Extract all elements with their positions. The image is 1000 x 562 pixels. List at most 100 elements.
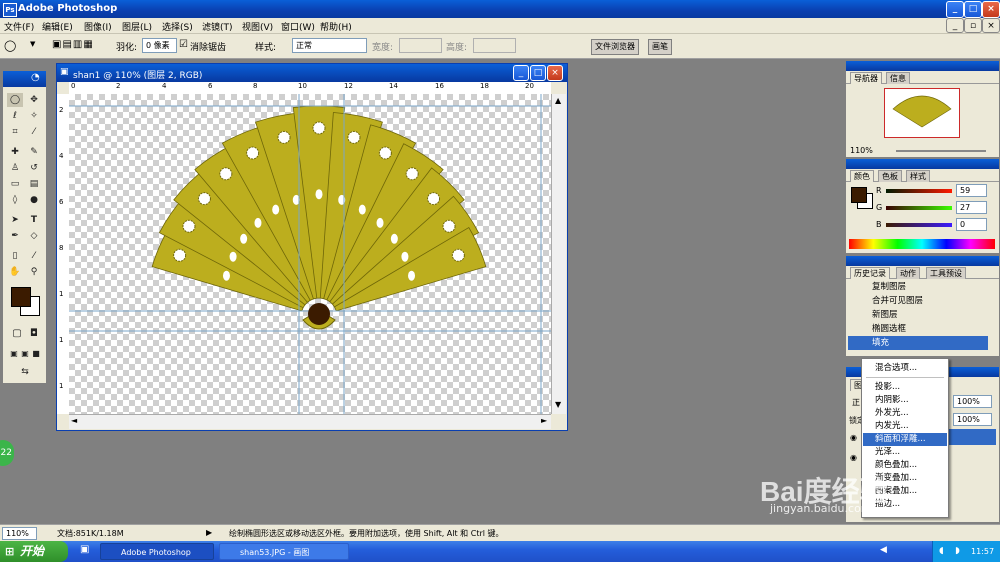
scroll-right-arrow-icon[interactable]: ►: [541, 416, 547, 425]
menu-window[interactable]: 窗口(W): [281, 20, 315, 33]
tab-navigator[interactable]: 导航器: [850, 72, 882, 84]
slice-tool-icon[interactable]: ⁄: [26, 125, 42, 139]
menu-help[interactable]: 帮助(H): [320, 20, 352, 33]
hand-tool-icon[interactable]: ✋: [7, 265, 23, 279]
color-foreground-swatch[interactable]: [851, 187, 867, 203]
document-minimize-button[interactable]: _: [513, 65, 529, 81]
history-item[interactable]: 新图层: [848, 308, 988, 322]
healing-brush-tool-icon[interactable]: ✚: [7, 145, 23, 159]
doc-restore-button[interactable]: ▫: [964, 18, 982, 33]
selection-mode-icons[interactable]: ▣▤▥▦: [52, 39, 94, 50]
tab-tool-presets[interactable]: 工具预设: [926, 267, 966, 279]
r-value-input[interactable]: 59: [956, 184, 987, 197]
scroll-left-arrow-icon[interactable]: ◄: [71, 416, 77, 425]
quicklaunch-icon[interactable]: ▣: [80, 544, 89, 555]
menu-layer[interactable]: 图层(L): [122, 20, 152, 33]
navigator-zoom[interactable]: 110%: [850, 146, 873, 155]
gradient-tool-icon[interactable]: ▤: [26, 177, 42, 191]
history-item[interactable]: 复制图层: [848, 280, 988, 294]
tab-info[interactable]: 信息: [886, 72, 910, 84]
close-button[interactable]: ×: [982, 1, 1000, 18]
opacity-input[interactable]: 100%: [953, 395, 992, 408]
network-icon[interactable]: ◗: [955, 541, 960, 562]
tab-color[interactable]: 颜色: [850, 170, 874, 182]
ctx-bevel-emboss-selected[interactable]: 斜面和浮雕...: [863, 433, 947, 446]
zoom-tool-icon[interactable]: ⚲: [26, 265, 42, 279]
ctx-satin[interactable]: 光泽...: [863, 446, 947, 459]
eyedropper-tool-icon[interactable]: ⁄: [26, 249, 42, 263]
navigator-zoom-slider[interactable]: [896, 150, 986, 152]
tab-history[interactable]: 历史记录: [850, 267, 890, 279]
blend-mode-select[interactable]: 正: [852, 397, 860, 408]
document-titlebar[interactable]: ▣ shan1 @ 110% (图层 2, RGB) _ □ ×: [57, 64, 567, 82]
tool-preset-dropdown-icon[interactable]: ▼: [30, 40, 35, 48]
vertical-scrollbar[interactable]: ▲ ▼: [551, 94, 566, 414]
document-canvas[interactable]: [69, 94, 551, 414]
antialias-checkbox[interactable]: ☑: [179, 39, 188, 50]
screen-mode-full-icon[interactable]: ■: [28, 347, 44, 361]
ctx-inner-shadow[interactable]: 内阴影...: [863, 394, 947, 407]
ctx-outer-glow[interactable]: 外发光...: [863, 407, 947, 420]
dodge-tool-icon[interactable]: ●: [26, 193, 42, 207]
tab-swatches[interactable]: 色板: [878, 170, 902, 182]
ctx-drop-shadow[interactable]: 投影...: [863, 381, 947, 394]
magic-wand-tool-icon[interactable]: ✧: [26, 109, 42, 123]
r-slider[interactable]: [886, 189, 952, 193]
ctx-blending-options[interactable]: 混合选项...: [863, 362, 947, 375]
navigator-preview[interactable]: [884, 88, 960, 138]
style-select[interactable]: 正常: [292, 38, 367, 53]
status-zoom-input[interactable]: 110%: [2, 527, 37, 540]
floating-badge[interactable]: 22: [0, 440, 14, 466]
ctx-inner-glow[interactable]: 内发光...: [863, 420, 947, 433]
fill-input[interactable]: 100%: [953, 413, 992, 426]
crop-tool-icon[interactable]: ⌗: [7, 125, 23, 139]
volume-icon[interactable]: ◖: [939, 541, 944, 562]
doc-close-button[interactable]: ×: [982, 18, 1000, 33]
standard-mode-icon[interactable]: ▢: [9, 327, 25, 341]
scroll-down-arrow-icon[interactable]: ▼: [555, 400, 561, 409]
blur-tool-icon[interactable]: ◊: [7, 193, 23, 207]
menu-view[interactable]: 视图(V): [242, 20, 273, 33]
menu-select[interactable]: 选择(S): [162, 20, 193, 33]
menu-edit[interactable]: 编辑(E): [42, 20, 73, 33]
menu-image[interactable]: 图像(I): [84, 20, 112, 33]
document-close-button[interactable]: ×: [547, 65, 563, 81]
menu-filter[interactable]: 滤镜(T): [202, 20, 233, 33]
minimize-button[interactable]: _: [946, 1, 964, 18]
elliptical-marquee-tool-icon[interactable]: ◯: [7, 93, 23, 107]
width-input[interactable]: [399, 38, 442, 53]
layer-visibility-eye-icon-2[interactable]: ◉: [850, 453, 857, 462]
history-item-selected[interactable]: 填充: [848, 336, 988, 350]
tab-styles[interactable]: 样式: [906, 170, 930, 182]
tray-expand-icon[interactable]: ◀: [880, 545, 887, 555]
brushes-tab[interactable]: 画笔: [648, 39, 672, 55]
clone-stamp-tool-icon[interactable]: ♙: [7, 161, 23, 175]
jump-to-imageready-icon[interactable]: ⇆: [11, 365, 39, 379]
layer-visibility-eye-icon[interactable]: ◉: [850, 433, 857, 442]
path-selection-tool-icon[interactable]: ➤: [7, 213, 23, 227]
foreground-color-swatch[interactable]: [11, 287, 31, 307]
height-input[interactable]: [473, 38, 516, 53]
color-spectrum-bar[interactable]: [849, 239, 995, 249]
brush-tool-icon[interactable]: ✎: [26, 145, 42, 159]
color-panel-titlebar[interactable]: [846, 159, 999, 169]
g-value-input[interactable]: 27: [956, 201, 987, 214]
eraser-tool-icon[interactable]: ▭: [7, 177, 23, 191]
selected-layer-row[interactable]: [946, 429, 996, 445]
adobe-eye-icon[interactable]: ◔: [31, 72, 40, 83]
b-slider[interactable]: [886, 223, 952, 227]
start-button[interactable]: ⊞ 开始: [0, 541, 68, 562]
maximize-button[interactable]: □: [964, 1, 982, 18]
history-panel-titlebar[interactable]: [846, 256, 999, 266]
navigator-panel-titlebar[interactable]: [846, 61, 999, 71]
marquee-tool-icon[interactable]: ◯: [4, 39, 16, 52]
status-arrow-icon[interactable]: ▶: [206, 528, 212, 537]
document-maximize-button[interactable]: □: [530, 65, 546, 81]
history-item[interactable]: 椭圆选框: [848, 322, 988, 336]
shape-tool-icon[interactable]: ◇: [26, 229, 42, 243]
type-tool-icon[interactable]: T: [26, 213, 42, 227]
quick-mask-mode-icon[interactable]: ◘: [26, 327, 42, 341]
doc-minimize-button[interactable]: _: [946, 18, 964, 33]
menu-file[interactable]: 文件(F): [4, 20, 34, 33]
notes-tool-icon[interactable]: ▯: [7, 249, 23, 263]
